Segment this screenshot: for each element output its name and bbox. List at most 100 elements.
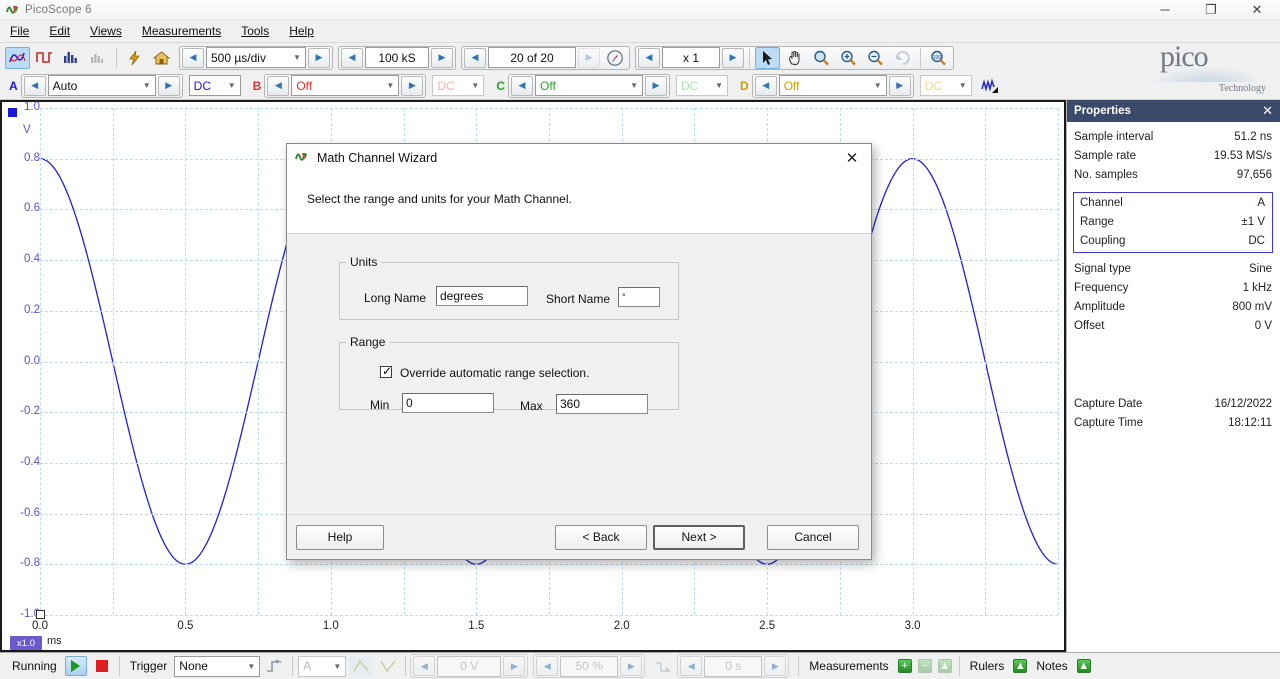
- signal-generator-icon[interactable]: [122, 47, 147, 69]
- falling-edge-icon[interactable]: [376, 656, 399, 676]
- zoom-prev-button[interactable]: ◀: [638, 48, 660, 68]
- channel-a-range-combo[interactable]: Auto ▼: [48, 75, 156, 96]
- maximize-button[interactable]: ❐: [1188, 0, 1234, 20]
- pretrigger-value[interactable]: 50 %: [560, 656, 618, 677]
- min-input[interactable]: 0: [402, 393, 494, 413]
- buffer-prev-button[interactable]: ◀: [464, 48, 486, 68]
- stop-icon[interactable]: [91, 656, 113, 676]
- pretrigger-prev-button[interactable]: ◀: [536, 656, 558, 676]
- pretrigger-next-button[interactable]: ▶: [620, 656, 642, 676]
- zoom-in-tool-icon[interactable]: [836, 47, 861, 69]
- persistence-mode-icon[interactable]: [32, 47, 57, 69]
- channel-d-tag[interactable]: D: [735, 79, 752, 93]
- channel-a-prev-button[interactable]: ◀: [24, 76, 46, 96]
- samples-prev-button[interactable]: ◀: [341, 48, 363, 68]
- channel-d-coupling-combo[interactable]: DC ▼: [920, 75, 972, 96]
- next-button[interactable]: Next >: [653, 525, 745, 550]
- zoom-out-tool-icon[interactable]: [863, 47, 888, 69]
- max-input[interactable]: 360: [556, 394, 648, 414]
- buffer-next-button[interactable]: ▶: [578, 48, 600, 68]
- magnification-badge[interactable]: x1.0: [10, 636, 42, 650]
- status-separator: [119, 656, 120, 676]
- channel-b-coupling-combo[interactable]: DC ▼: [432, 75, 484, 96]
- channel-a-tag[interactable]: A: [4, 79, 21, 93]
- add-measurement-icon[interactable]: +: [898, 659, 912, 673]
- zoom-select-tool-icon[interactable]: [809, 47, 834, 69]
- menu-measurements[interactable]: Measurements: [132, 21, 231, 41]
- trigger-edge-icon[interactable]: [263, 656, 286, 676]
- post-trigger-prev-button[interactable]: ◀: [680, 656, 702, 676]
- spectrum-mode-icon[interactable]: [59, 47, 84, 69]
- close-icon[interactable]: ✕: [1262, 103, 1273, 119]
- post-trigger-next-button[interactable]: ▶: [764, 656, 786, 676]
- trigger-marker[interactable]: [36, 610, 45, 619]
- long-name-input[interactable]: degrees: [436, 286, 528, 306]
- timebase-next-button[interactable]: ▶: [308, 48, 330, 68]
- property-row: Range ±1 V: [1074, 213, 1272, 232]
- edit-measurement-icon[interactable]: ▲: [938, 659, 952, 673]
- dialog-close-button[interactable]: ✕: [839, 147, 865, 169]
- x-axis-tick-label: 3.0: [905, 620, 921, 632]
- timebase-prev-button[interactable]: ◀: [182, 48, 204, 68]
- trigger-source-value: A: [303, 659, 311, 673]
- scope-mode-icon[interactable]: [5, 47, 30, 69]
- home-icon[interactable]: [149, 47, 174, 69]
- channel-a-next-button[interactable]: ▶: [158, 76, 180, 96]
- spectrum-secondary-icon[interactable]: [86, 47, 111, 69]
- property-label: Signal type: [1074, 262, 1131, 277]
- undo-zoom-icon[interactable]: [890, 47, 915, 69]
- buffer-value[interactable]: 20 of 20: [488, 47, 576, 68]
- threshold-value[interactable]: 0 V: [437, 656, 501, 677]
- math-channel-wizard-dialog[interactable]: Math Channel Wizard ✕ Select the range a…: [286, 143, 872, 560]
- channel-c-tag[interactable]: C: [491, 79, 508, 93]
- minimize-button[interactable]: ─: [1142, 0, 1188, 20]
- channel-c-coupling-combo[interactable]: DC ▼: [676, 75, 728, 96]
- threshold-prev-button[interactable]: ◀: [413, 656, 435, 676]
- override-range-checkbox[interactable]: ✓: [380, 366, 392, 378]
- post-trigger-value[interactable]: 0 s: [704, 656, 762, 677]
- channel-a-coupling-combo[interactable]: DC ▼: [189, 75, 241, 96]
- remove-measurement-icon[interactable]: −: [918, 659, 932, 673]
- pretrigger-icon[interactable]: [652, 656, 675, 676]
- back-button[interactable]: < Back: [555, 525, 647, 550]
- channel-d-prev-button[interactable]: ◀: [755, 76, 777, 96]
- zoom-next-button[interactable]: ▶: [722, 48, 744, 68]
- channel-d-range-combo[interactable]: Off ▼: [779, 75, 887, 96]
- close-button[interactable]: ✕: [1234, 0, 1280, 20]
- samples-next-button[interactable]: ▶: [431, 48, 453, 68]
- channel-c-range-combo[interactable]: Off ▼: [535, 75, 643, 96]
- menu-tools[interactable]: Tools: [231, 21, 279, 41]
- cancel-button[interactable]: Cancel: [767, 525, 859, 550]
- y-axis-tick-label: -0.8: [6, 557, 40, 569]
- toolbar-separator: [920, 48, 921, 68]
- channel-c-next-button[interactable]: ▶: [645, 76, 667, 96]
- menu-views[interactable]: Views: [80, 21, 132, 41]
- math-channel-icon[interactable]: [978, 75, 1003, 97]
- trigger-mode-combo[interactable]: None ▼: [174, 656, 260, 677]
- timebase-combo[interactable]: 500 µs/div ▼: [206, 47, 306, 68]
- threshold-next-button[interactable]: ▶: [503, 656, 525, 676]
- short-name-input[interactable]: °: [618, 287, 660, 307]
- rising-edge-icon[interactable]: [349, 656, 372, 676]
- buffer-group: ◀ 20 of 20 ▶: [461, 46, 630, 70]
- zoom-100-icon[interactable]: 100: [926, 47, 951, 69]
- notes-icon[interactable]: ▲: [1077, 659, 1091, 673]
- channel-b-tag[interactable]: B: [248, 79, 265, 93]
- help-button[interactable]: Help: [296, 525, 384, 550]
- menu-file[interactable]: File: [0, 21, 39, 41]
- channel-b-prev-button[interactable]: ◀: [267, 76, 289, 96]
- hand-pan-tool-icon[interactable]: [782, 47, 807, 69]
- zoom-value[interactable]: x 1: [662, 47, 720, 68]
- buffer-navigator-icon[interactable]: [602, 47, 627, 69]
- run-play-icon[interactable]: [65, 656, 87, 676]
- rulers-icon[interactable]: ▲: [1013, 659, 1027, 673]
- trigger-source-combo[interactable]: A ▼: [298, 656, 346, 677]
- menu-edit[interactable]: Edit: [39, 21, 80, 41]
- menu-help[interactable]: Help: [279, 21, 324, 41]
- channel-b-range-combo[interactable]: Off ▼: [291, 75, 399, 96]
- samples-value[interactable]: 100 kS: [365, 47, 429, 68]
- channel-b-next-button[interactable]: ▶: [401, 76, 423, 96]
- pointer-tool-icon[interactable]: [755, 47, 780, 69]
- channel-d-next-button[interactable]: ▶: [889, 76, 911, 96]
- channel-c-prev-button[interactable]: ◀: [511, 76, 533, 96]
